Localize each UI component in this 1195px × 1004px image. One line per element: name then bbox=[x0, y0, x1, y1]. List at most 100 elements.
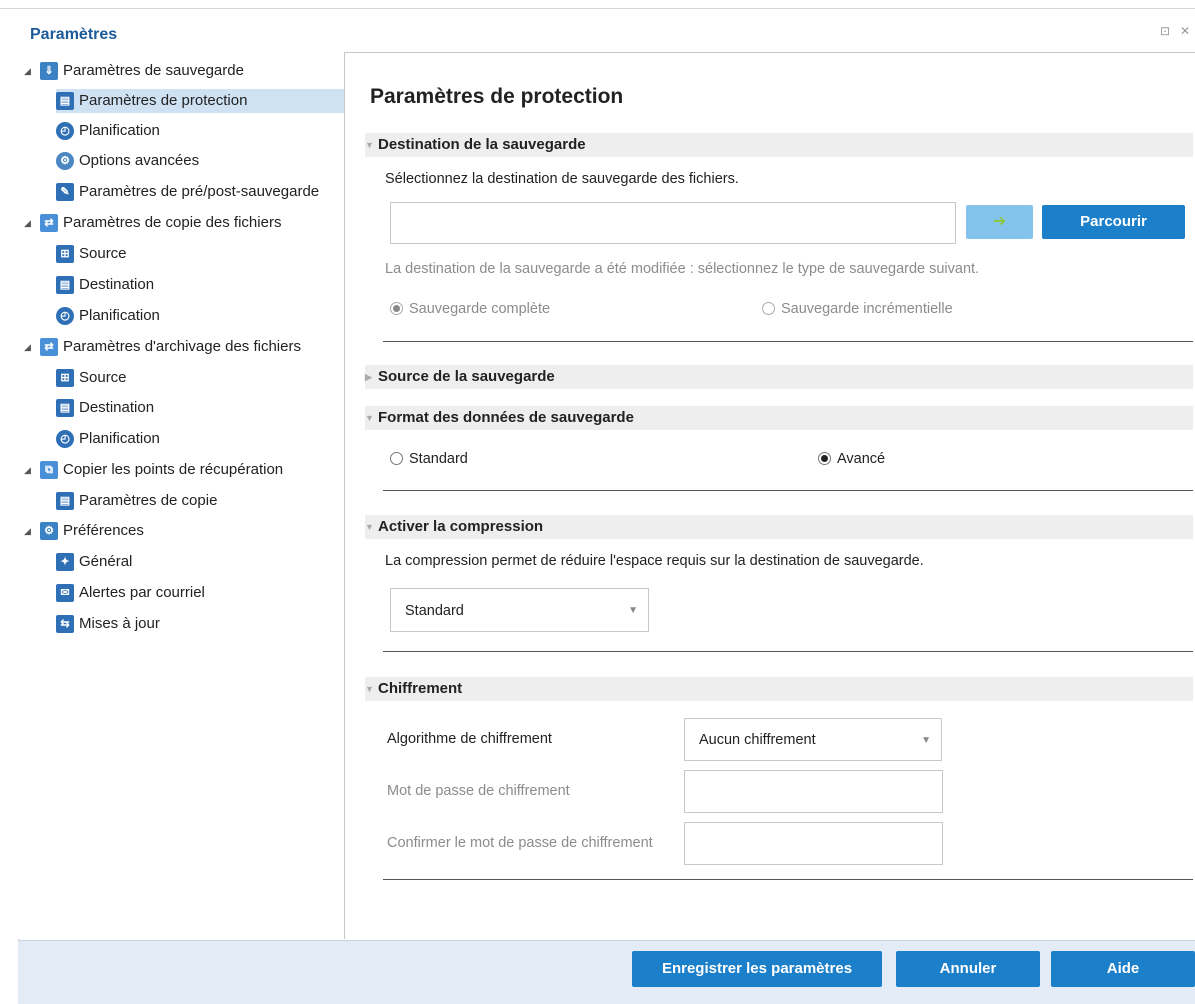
full-backup-label: Sauvegarde complète bbox=[409, 301, 551, 317]
collapse-arrow-icon: ▼ bbox=[365, 522, 374, 532]
page-title: Paramètres de protection bbox=[370, 85, 624, 108]
expand-arrow-icon[interactable]: ◢ bbox=[24, 519, 34, 543]
tree-item-source[interactable]: ⊞ Source bbox=[56, 242, 127, 266]
tree-item-label: Paramètres de pré/post-sauvegarde bbox=[79, 183, 320, 200]
format-standard-radio[interactable] bbox=[390, 452, 403, 465]
format-advanced-radio[interactable] bbox=[818, 452, 831, 465]
tree-item-destination[interactable]: ▤ Destination bbox=[56, 273, 154, 297]
expand-arrow-icon[interactable]: ◢ bbox=[24, 59, 34, 83]
compression-select[interactable]: Standard ▼ bbox=[390, 588, 649, 632]
tree-item-source[interactable]: ⊞ Source bbox=[56, 366, 127, 390]
tree-item-schedule[interactable]: ◴ Planification bbox=[56, 119, 160, 143]
destination-changed-notice: La destination de la sauvegarde a été mo… bbox=[385, 261, 980, 277]
file-copy-icon: ⇄ bbox=[40, 214, 58, 232]
destination-icon: ▤ bbox=[56, 276, 74, 294]
window-titlebar: Paramètres ⊡ ✕ bbox=[0, 8, 1195, 49]
format-advanced-option[interactable]: Avancé bbox=[818, 451, 885, 467]
tree-item-destination[interactable]: ▤ Destination bbox=[56, 396, 154, 420]
tree-item-advanced-options[interactable]: ⚙ Options avancées bbox=[56, 149, 199, 173]
section-header-destination[interactable]: ▼ Destination de la sauvegarde bbox=[365, 133, 1193, 157]
format-standard-option[interactable]: Standard bbox=[390, 451, 468, 467]
help-button[interactable]: Aide bbox=[1051, 951, 1195, 987]
tree-item-label: Copier les points de récupération bbox=[63, 461, 284, 478]
format-advanced-label: Avancé bbox=[837, 451, 886, 467]
tree-item-schedule[interactable]: ◴ Planification bbox=[56, 304, 160, 328]
arrow-right-icon: ➔ bbox=[992, 213, 1007, 230]
tree-item-copy-recovery-points[interactable]: ◢ ⧉ Copier les points de récupération bbox=[24, 458, 283, 482]
encryption-algorithm-value: Aucun chiffrement bbox=[699, 732, 816, 748]
expand-arrow-icon[interactable]: ◢ bbox=[24, 211, 34, 235]
section-header-compression[interactable]: ▼ Activer la compression bbox=[365, 515, 1193, 539]
tree-item-schedule[interactable]: ◴ Planification bbox=[56, 427, 160, 451]
wrench-icon: ✎ bbox=[56, 183, 74, 201]
tree-item-preferences[interactable]: ◢ ⚙ Préférences bbox=[24, 519, 144, 543]
tree-item-general[interactable]: ✦ Général bbox=[56, 550, 132, 574]
advanced-options-icon: ⚙ bbox=[56, 152, 74, 170]
restore-icon[interactable]: ⊡ bbox=[1160, 24, 1170, 38]
confirm-password-input[interactable] bbox=[684, 822, 943, 865]
section-header-format[interactable]: ▼ Format des données de sauvegarde bbox=[365, 406, 1193, 430]
destination-icon: ▤ bbox=[56, 399, 74, 417]
tree-item-label: Destination bbox=[79, 399, 155, 416]
encryption-algorithm-select[interactable]: Aucun chiffrement ▼ bbox=[684, 718, 942, 761]
divider bbox=[383, 490, 1193, 491]
section-header-encryption[interactable]: ▼ Chiffrement bbox=[365, 677, 1193, 701]
settings-tree: ◢ ⇓ Paramètres de sauvegarde ▤ Paramètre… bbox=[18, 52, 345, 939]
tree-item-label: Alertes par courriel bbox=[79, 584, 205, 601]
tree-item-label: Mises à jour bbox=[79, 615, 160, 632]
divider bbox=[383, 879, 1193, 880]
confirm-password-label: Confirmer le mot de passe de chiffrement bbox=[387, 835, 653, 851]
protection-settings-panel: Paramètres de protection ▼ Destination de… bbox=[345, 53, 1195, 939]
save-settings-button[interactable]: Enregistrer les paramètres bbox=[632, 951, 882, 987]
full-backup-radio[interactable] bbox=[390, 302, 403, 315]
updates-icon: ⇆ bbox=[56, 615, 74, 633]
go-arrow-button[interactable]: ➔ bbox=[966, 205, 1033, 239]
tree-item-pre-post-backup[interactable]: ✎ Paramètres de pré/post-sauvegarde bbox=[56, 180, 319, 204]
expand-arrow-icon[interactable]: ◢ bbox=[24, 335, 34, 359]
divider bbox=[383, 341, 1193, 342]
incremental-backup-option[interactable]: Sauvegarde incrémentielle bbox=[762, 301, 953, 317]
tree-item-protection-settings[interactable]: ▤ Paramètres de protection bbox=[56, 89, 344, 113]
encryption-algorithm-label: Algorithme de chiffrement bbox=[387, 731, 552, 747]
tree-item-label: Paramètres de sauvegarde bbox=[63, 62, 244, 79]
close-icon[interactable]: ✕ bbox=[1180, 24, 1190, 38]
backup-icon: ⇓ bbox=[40, 62, 58, 80]
tree-item-label: Paramètres de protection bbox=[79, 92, 248, 109]
schedule-icon: ◴ bbox=[56, 122, 74, 140]
protection-icon: ▤ bbox=[56, 92, 74, 110]
encryption-password-label: Mot de passe de chiffrement bbox=[387, 783, 570, 799]
section-title: Activer la compression bbox=[378, 518, 544, 535]
window-title: Paramètres bbox=[30, 26, 118, 43]
section-header-source[interactable]: ▶ Source de la sauvegarde bbox=[365, 365, 1193, 389]
preferences-icon: ⚙ bbox=[40, 522, 58, 540]
tree-item-updates[interactable]: ⇆ Mises à jour bbox=[56, 612, 160, 636]
collapse-arrow-icon: ▼ bbox=[365, 140, 374, 150]
section-title: Format des données de sauvegarde bbox=[378, 409, 634, 426]
copy-settings-icon: ▤ bbox=[56, 492, 74, 510]
tree-item-label: Paramètres d'archivage des fichiers bbox=[63, 338, 301, 355]
browse-button[interactable]: Parcourir bbox=[1042, 205, 1185, 239]
tree-item-backup-settings[interactable]: ◢ ⇓ Paramètres de sauvegarde bbox=[24, 59, 244, 83]
encryption-password-input[interactable] bbox=[684, 770, 943, 813]
compression-description: La compression permet de réduire l'espac… bbox=[385, 553, 924, 569]
tree-item-label: Préférences bbox=[63, 522, 144, 539]
full-backup-option[interactable]: Sauvegarde complète bbox=[390, 301, 550, 317]
destination-description: Sélectionnez la destination de sauvegard… bbox=[385, 171, 739, 187]
tree-item-label: Options avancées bbox=[79, 152, 200, 169]
tree-item-email-alerts[interactable]: ✉ Alertes par courriel bbox=[56, 581, 205, 605]
footer-bar: Enregistrer les paramètres Annuler Aide bbox=[18, 940, 1195, 1004]
tree-item-copy-settings[interactable]: ▤ Paramètres de copie bbox=[56, 489, 217, 513]
collapse-arrow-icon: ▼ bbox=[365, 413, 374, 423]
destination-path-input[interactable] bbox=[390, 202, 956, 244]
tree-item-label: Paramètres de copie des fichiers bbox=[63, 214, 282, 231]
collapse-arrow-icon: ▼ bbox=[365, 684, 374, 694]
tree-item-label: Destination bbox=[79, 276, 155, 293]
incremental-backup-label: Sauvegarde incrémentielle bbox=[781, 301, 953, 317]
tree-item-file-archive-settings[interactable]: ◢ ⇄ Paramètres d'archivage des fichiers bbox=[24, 335, 301, 359]
format-standard-label: Standard bbox=[409, 451, 468, 467]
incremental-backup-radio[interactable] bbox=[762, 302, 775, 315]
expand-arrow-icon[interactable]: ◢ bbox=[24, 458, 34, 482]
tree-item-file-copy-settings[interactable]: ◢ ⇄ Paramètres de copie des fichiers bbox=[24, 211, 281, 235]
tree-item-label: Général bbox=[79, 553, 133, 570]
cancel-button[interactable]: Annuler bbox=[896, 951, 1040, 987]
